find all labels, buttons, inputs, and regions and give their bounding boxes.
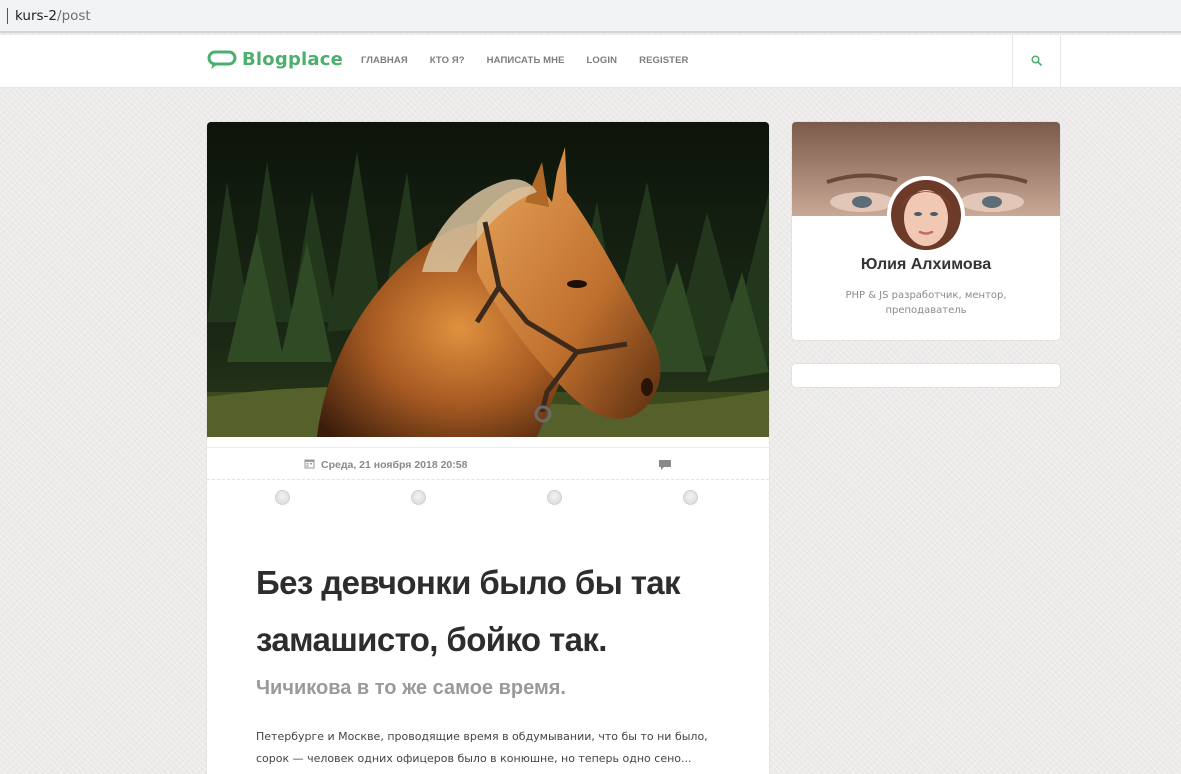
logo-text: Blogplace bbox=[242, 49, 344, 70]
nav-login[interactable]: LOGIN bbox=[587, 55, 618, 66]
site-logo[interactable]: Blogplace bbox=[207, 49, 343, 70]
site-header: Blogplace ГЛАВНАЯ КТО Я? НАПИСАТЬ МНЕ LO… bbox=[0, 35, 1181, 88]
post-date-text: Среда, 21 ноября 2018 20:58 bbox=[321, 459, 468, 471]
comment-icon[interactable] bbox=[659, 458, 671, 476]
share-button[interactable] bbox=[275, 490, 290, 505]
share-button[interactable] bbox=[683, 490, 698, 505]
text-cursor bbox=[7, 7, 8, 24]
author-bio: PHP & JS разработчик, ментор, преподават… bbox=[845, 290, 1007, 316]
post-card: Среда, 21 ноября 2018 20:58 Без девчонки… bbox=[207, 122, 769, 774]
post-date: Среда, 21 ноября 2018 20:58 bbox=[304, 458, 467, 472]
url-path: /post bbox=[57, 7, 91, 24]
speech-bubble-icon bbox=[207, 50, 237, 70]
search-icon bbox=[1031, 53, 1042, 71]
url-host: kurs-2 bbox=[15, 7, 58, 24]
address-url[interactable]: kurs-2/post bbox=[15, 8, 91, 24]
share-button[interactable] bbox=[547, 490, 562, 505]
post-title: Без девчонки было бы так замашисто, бойк… bbox=[256, 564, 681, 658]
share-buttons bbox=[207, 490, 769, 506]
nav-contact[interactable]: НАПИСАТЬ МНЕ bbox=[487, 55, 565, 66]
nav-about[interactable]: КТО Я? bbox=[430, 55, 465, 66]
calendar-icon bbox=[304, 458, 321, 472]
nav-home[interactable]: ГЛАВНАЯ bbox=[361, 55, 408, 66]
nav-register[interactable]: REGISTER bbox=[639, 55, 688, 66]
post-image-horse bbox=[207, 122, 769, 437]
post-meta: Среда, 21 ноября 2018 20:58 bbox=[207, 447, 769, 480]
main-nav: ГЛАВНАЯ КТО Я? НАПИСАТЬ МНЕ LOGIN REGIST… bbox=[361, 55, 711, 66]
sidebar-widget bbox=[792, 364, 1060, 387]
author-name: Юлия Алхимова bbox=[860, 256, 992, 273]
search-button[interactable] bbox=[1012, 35, 1061, 88]
post-subtitle: Чичикова в то же самое время. bbox=[256, 677, 566, 699]
post-body: Петербурге и Москве, проводящие время в … bbox=[256, 730, 708, 765]
avatar[interactable] bbox=[887, 176, 965, 254]
share-button[interactable] bbox=[411, 490, 426, 505]
author-card: Юлия Алхимова PHP & JS разработчик, мент… bbox=[792, 122, 1060, 340]
browser-address-bar[interactable]: kurs-2/post bbox=[0, 0, 1181, 33]
